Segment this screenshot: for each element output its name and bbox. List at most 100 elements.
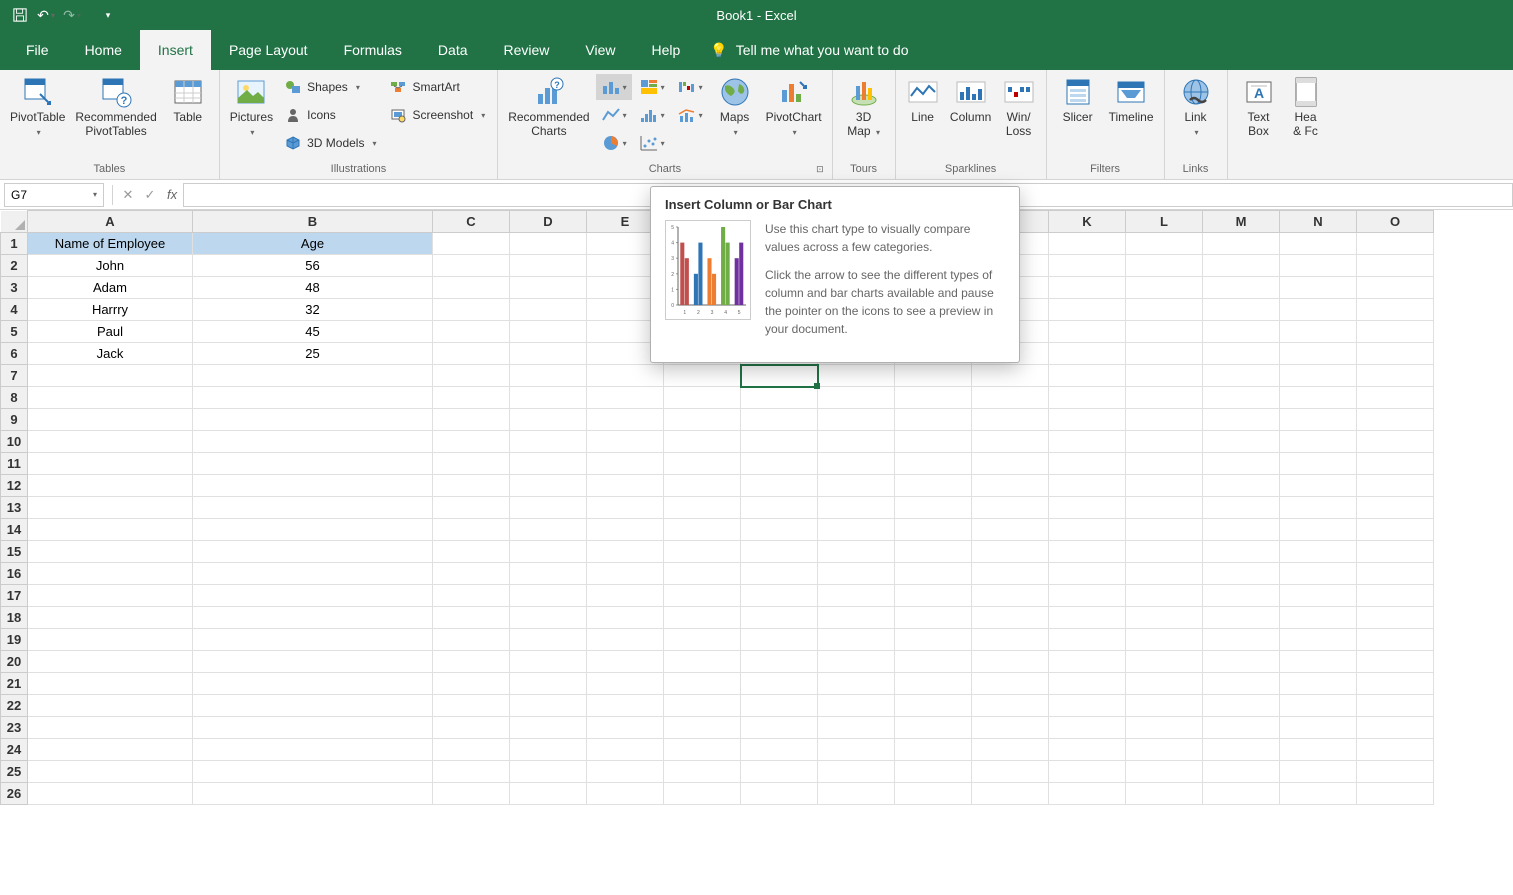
cell-B18[interactable] [193, 607, 433, 629]
cell-N2[interactable] [1280, 255, 1357, 277]
cell-M9[interactable] [1203, 409, 1280, 431]
cell-A10[interactable] [28, 431, 193, 453]
cell-K4[interactable] [1049, 299, 1126, 321]
row-header-18[interactable]: 18 [1, 607, 28, 629]
cell-H16[interactable] [818, 563, 895, 585]
cell-A21[interactable] [28, 673, 193, 695]
cell-O7[interactable] [1357, 365, 1434, 387]
cell-L20[interactable] [1126, 651, 1203, 673]
cell-E12[interactable] [587, 475, 664, 497]
cell-L6[interactable] [1126, 343, 1203, 365]
cell-A22[interactable] [28, 695, 193, 717]
cell-B21[interactable] [193, 673, 433, 695]
cell-K8[interactable] [1049, 387, 1126, 409]
cell-O13[interactable] [1357, 497, 1434, 519]
cell-N13[interactable] [1280, 497, 1357, 519]
cell-A14[interactable] [28, 519, 193, 541]
cell-H24[interactable] [818, 739, 895, 761]
cell-K19[interactable] [1049, 629, 1126, 651]
formula-enter-button[interactable]: ✓ [139, 187, 161, 203]
cell-A13[interactable] [28, 497, 193, 519]
row-header-6[interactable]: 6 [1, 343, 28, 365]
row-header-9[interactable]: 9 [1, 409, 28, 431]
cell-E16[interactable] [587, 563, 664, 585]
cell-I22[interactable] [895, 695, 972, 717]
cell-J25[interactable] [972, 761, 1049, 783]
cell-N6[interactable] [1280, 343, 1357, 365]
cell-F16[interactable] [664, 563, 741, 585]
maps-button[interactable]: Maps▾ [710, 74, 760, 141]
cell-L13[interactable] [1126, 497, 1203, 519]
cell-C22[interactable] [433, 695, 510, 717]
cell-G10[interactable] [741, 431, 818, 453]
cell-L22[interactable] [1126, 695, 1203, 717]
cell-F25[interactable] [664, 761, 741, 783]
cell-M5[interactable] [1203, 321, 1280, 343]
tab-help[interactable]: Help [634, 30, 699, 70]
column-header-O[interactable]: O [1357, 211, 1434, 233]
cell-O4[interactable] [1357, 299, 1434, 321]
cell-O22[interactable] [1357, 695, 1434, 717]
cell-J16[interactable] [972, 563, 1049, 585]
cell-G7[interactable] [741, 365, 818, 387]
cell-O19[interactable] [1357, 629, 1434, 651]
timeline-button[interactable]: Timeline [1105, 74, 1158, 126]
cell-A3[interactable]: Adam [28, 277, 193, 299]
cell-L9[interactable] [1126, 409, 1203, 431]
statistic-chart-button[interactable]: ▾ [634, 102, 670, 128]
cell-G23[interactable] [741, 717, 818, 739]
cell-D14[interactable] [510, 519, 587, 541]
scatter-chart-button[interactable]: ▾ [634, 130, 670, 156]
cell-L14[interactable] [1126, 519, 1203, 541]
cell-C8[interactable] [433, 387, 510, 409]
shapes-button[interactable]: Shapes▾ [279, 74, 382, 100]
cell-J14[interactable] [972, 519, 1049, 541]
cell-D17[interactable] [510, 585, 587, 607]
row-header-25[interactable]: 25 [1, 761, 28, 783]
cell-L2[interactable] [1126, 255, 1203, 277]
cell-C15[interactable] [433, 541, 510, 563]
name-box[interactable]: G7▾ [4, 183, 104, 207]
column-header-C[interactable]: C [433, 211, 510, 233]
cell-J20[interactable] [972, 651, 1049, 673]
cell-G25[interactable] [741, 761, 818, 783]
cell-L10[interactable] [1126, 431, 1203, 453]
cell-H17[interactable] [818, 585, 895, 607]
cell-K10[interactable] [1049, 431, 1126, 453]
cell-L24[interactable] [1126, 739, 1203, 761]
redo-button[interactable]: ↷▾ [60, 3, 84, 27]
sparkline-winloss-button[interactable]: Win/ Loss [998, 74, 1040, 141]
cell-J8[interactable] [972, 387, 1049, 409]
cell-J19[interactable] [972, 629, 1049, 651]
cell-E13[interactable] [587, 497, 664, 519]
cell-G13[interactable] [741, 497, 818, 519]
cell-A15[interactable] [28, 541, 193, 563]
cell-L11[interactable] [1126, 453, 1203, 475]
cell-M20[interactable] [1203, 651, 1280, 673]
cell-O3[interactable] [1357, 277, 1434, 299]
cell-N19[interactable] [1280, 629, 1357, 651]
cell-F23[interactable] [664, 717, 741, 739]
cell-C19[interactable] [433, 629, 510, 651]
cell-F14[interactable] [664, 519, 741, 541]
cell-K2[interactable] [1049, 255, 1126, 277]
cell-N24[interactable] [1280, 739, 1357, 761]
tab-home[interactable]: Home [67, 30, 140, 70]
cell-D13[interactable] [510, 497, 587, 519]
cell-H18[interactable] [818, 607, 895, 629]
cell-H22[interactable] [818, 695, 895, 717]
tab-file[interactable]: File [8, 30, 67, 70]
cell-N15[interactable] [1280, 541, 1357, 563]
tab-data[interactable]: Data [420, 30, 486, 70]
cell-O23[interactable] [1357, 717, 1434, 739]
cell-O9[interactable] [1357, 409, 1434, 431]
cell-O2[interactable] [1357, 255, 1434, 277]
column-header-L[interactable]: L [1126, 211, 1203, 233]
cell-A25[interactable] [28, 761, 193, 783]
cell-G21[interactable] [741, 673, 818, 695]
row-header-26[interactable]: 26 [1, 783, 28, 805]
cell-M19[interactable] [1203, 629, 1280, 651]
cell-L17[interactable] [1126, 585, 1203, 607]
cell-L23[interactable] [1126, 717, 1203, 739]
cell-C11[interactable] [433, 453, 510, 475]
